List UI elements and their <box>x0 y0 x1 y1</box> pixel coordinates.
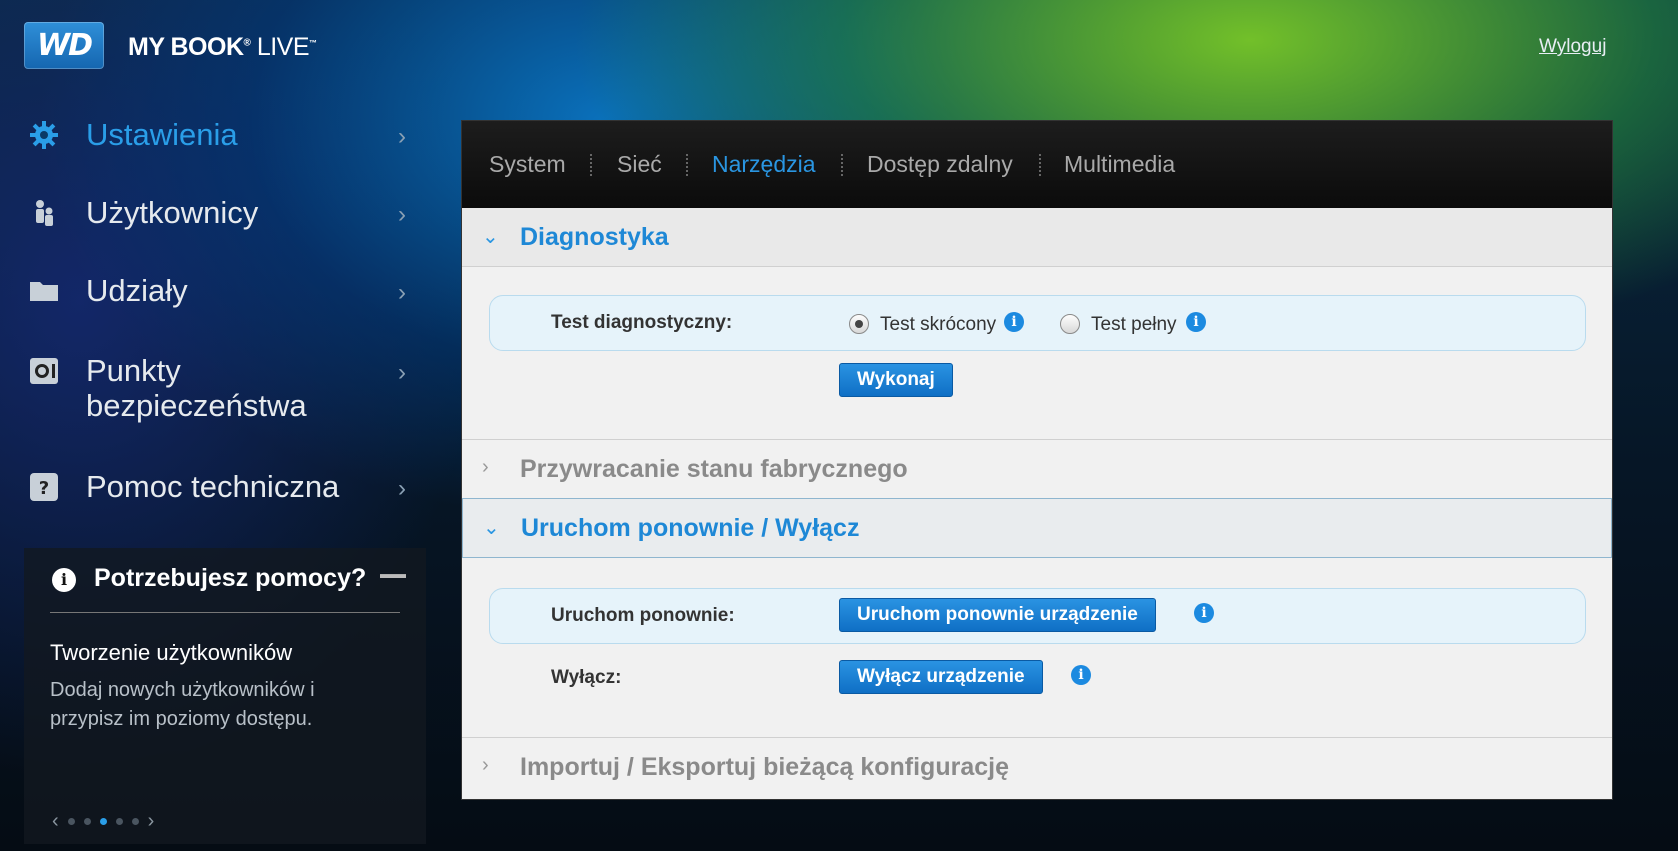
shutdown-label: Wyłącz: <box>551 667 622 688</box>
section-diagnostics-header[interactable]: ⌄ Diagnostyka <box>462 208 1612 267</box>
pager-dot[interactable] <box>115 818 123 825</box>
info-icon[interactable]: i <box>1186 312 1206 332</box>
tab-network[interactable]: Sieć <box>617 151 662 178</box>
tab-multimedia[interactable]: Multimedia <box>1064 151 1175 178</box>
gear-icon <box>28 119 60 151</box>
run-diagnostic-button[interactable]: Wykonaj <box>839 363 953 397</box>
chevron-down-icon[interactable]: ⌄ <box>482 224 499 249</box>
minimize-icon[interactable]: ▬▬ <box>380 566 406 581</box>
diagnostic-test-label: Test diagnostyczny: <box>551 312 733 333</box>
radio-full-test[interactable] <box>1060 314 1080 334</box>
chevron-right-icon[interactable]: › <box>148 810 155 833</box>
chevron-down-icon[interactable]: ⌄ <box>483 515 500 540</box>
product-name-suffix: LIVE <box>256 33 310 61</box>
chevron-right-icon: › <box>398 359 406 386</box>
help-divider <box>50 612 400 613</box>
tab-remote-access[interactable]: Dostęp zdalny <box>867 151 1013 178</box>
radio-quick-test[interactable] <box>849 314 869 334</box>
product-name: MY BOOK® LIVE™ <box>128 33 317 61</box>
chevron-right-icon: › <box>398 123 406 150</box>
chevron-right-icon: › <box>398 201 406 228</box>
info-icon: i <box>52 568 76 592</box>
section-title[interactable]: Uruchom ponownie / Wyłącz <box>521 514 859 543</box>
sidebar-item-label: Pomoc techniczna <box>86 469 340 504</box>
pager-dot[interactable] <box>83 818 91 825</box>
sidebar-item-label: Udziały <box>86 273 188 308</box>
help-title: Potrzebujesz pomocy? <box>94 564 367 592</box>
shutdown-device-button[interactable]: Wyłącz urządzenie <box>839 660 1043 694</box>
restart-device-button[interactable]: Uruchom ponownie urządzenie <box>839 598 1156 632</box>
info-icon[interactable]: i <box>1071 665 1091 685</box>
tab-separator <box>590 154 592 176</box>
pager-dot[interactable] <box>131 818 139 825</box>
question-icon: ? <box>28 471 60 503</box>
chevron-right-icon: › <box>398 475 406 502</box>
svg-text:?: ? <box>39 478 49 499</box>
tab-separator <box>1039 154 1041 176</box>
folder-icon <box>28 275 60 307</box>
sidebar-item-label: Punkty bezpieczeństwa <box>86 353 307 423</box>
tab-separator <box>686 154 688 176</box>
product-name-main: MY BOOK <box>128 33 244 61</box>
help-subtitle: Tworzenie użytkowników <box>50 640 293 665</box>
sidebar-item-label: Użytkownicy <box>86 195 259 230</box>
radio-quick-test-label[interactable]: Test skrócony <box>880 314 996 336</box>
chevron-right-icon: › <box>398 279 406 306</box>
chevron-left-icon[interactable]: ‹ <box>52 810 59 833</box>
tab-bar: System Sieć Narzędzia Dostęp zdalny Mult… <box>462 121 1612 208</box>
users-icon <box>28 197 60 229</box>
help-pager: ‹ › <box>52 810 154 833</box>
tab-system[interactable]: System <box>489 151 566 178</box>
section-restart-header[interactable]: ⌄ Uruchom ponownie / Wyłącz <box>462 498 1612 558</box>
safepoint-icon <box>28 355 60 387</box>
wd-logo: WD <box>24 22 104 69</box>
chevron-right-icon[interactable]: › <box>482 754 489 777</box>
section-title[interactable]: Diagnostyka <box>520 223 669 252</box>
section-title[interactable]: Przywracanie stanu fabrycznego <box>520 455 908 484</box>
tab-tools[interactable]: Narzędzia <box>712 151 816 178</box>
settings-panel: System Sieć Narzędzia Dostęp zdalny Mult… <box>461 120 1613 800</box>
logout-link[interactable]: Wyloguj <box>1539 36 1606 58</box>
info-icon[interactable]: i <box>1004 312 1024 332</box>
pager-dot-active[interactable] <box>99 818 107 825</box>
sidebar-item-label: Ustawienia <box>86 117 238 152</box>
section-factory-reset-header[interactable]: › Przywracanie stanu fabrycznego <box>462 439 1612 499</box>
restart-label: Uruchom ponownie: <box>551 605 735 626</box>
help-text: Dodaj nowych użytkowników i przypisz im … <box>50 679 315 730</box>
pager-dot[interactable] <box>67 818 75 825</box>
tab-separator <box>841 154 843 176</box>
radio-full-test-label[interactable]: Test pełny <box>1091 314 1177 336</box>
info-icon[interactable]: i <box>1194 603 1214 623</box>
diagnostic-test-row: Test diagnostyczny: Test skrócony i Test… <box>489 295 1586 351</box>
help-panel: i Potrzebujesz pomocy? ▬▬ Tworzenie użyt… <box>24 548 426 844</box>
chevron-right-icon[interactable]: › <box>482 456 489 479</box>
section-title[interactable]: Importuj / Eksportuj bieżącą konfiguracj… <box>520 753 1009 782</box>
section-import-export-header[interactable]: › Importuj / Eksportuj bieżącą konfigura… <box>462 737 1612 796</box>
